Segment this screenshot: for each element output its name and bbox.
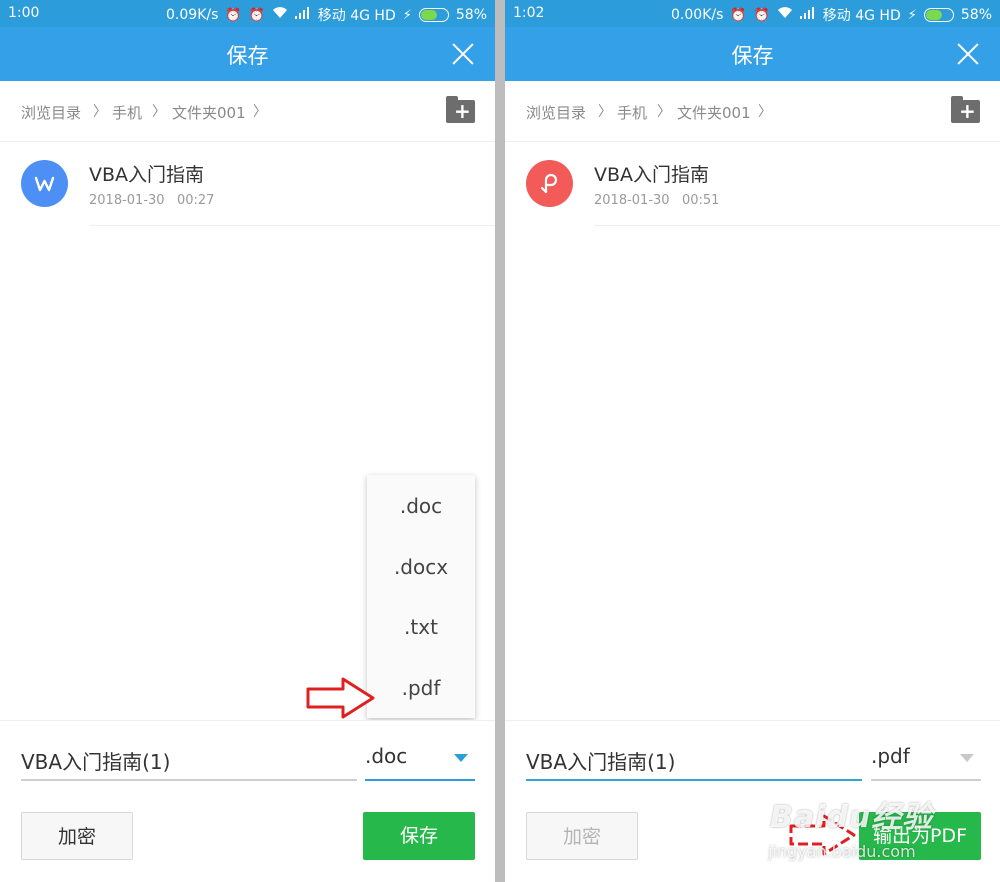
dropdown-option-pdf[interactable]: .pdf xyxy=(367,658,475,718)
dropdown-option-docx[interactable]: .docx xyxy=(367,537,475,597)
caret-down-icon xyxy=(454,754,468,762)
file-date: 2018-01-30 xyxy=(89,193,165,208)
page-title: 保存 xyxy=(731,44,774,68)
signal-icon xyxy=(799,7,816,23)
file-meta: 2018-01-30 00:51 xyxy=(594,193,719,208)
breadcrumb: 浏览目录 〉 手机 〉 文件夹001 〉 xyxy=(0,81,495,142)
file-date: 2018-01-30 xyxy=(594,193,670,208)
network-speed: 0.09K/s xyxy=(166,7,219,23)
battery-percent: 58% xyxy=(960,7,992,23)
breadcrumb-separator-icon: 〉 xyxy=(758,104,772,120)
page-title: 保存 xyxy=(226,44,269,68)
file-name: VBA入门指南 xyxy=(594,164,710,186)
charging-icon: ⚡ xyxy=(907,7,917,23)
list-item[interactable]: VBA入门指南 2018-01-30 00:27 xyxy=(0,142,495,226)
word-icon xyxy=(21,160,68,207)
encrypt-button[interactable]: 加密 xyxy=(21,812,133,860)
breadcrumb-item-browse[interactable]: 浏览目录 xyxy=(526,102,586,123)
breadcrumb-separator-icon: 〉 xyxy=(657,104,671,120)
selected-extension: .pdf xyxy=(871,744,910,768)
alarm-off-icon: ⏰ xyxy=(730,7,747,23)
file-meta: 2018-01-30 00:27 xyxy=(89,193,214,208)
status-icons: 0.00K/s ⏰ ⏰ 移动 4G HD ⚡ 58% xyxy=(671,5,992,25)
close-icon[interactable] xyxy=(956,42,980,66)
dropdown-option-doc[interactable]: .doc xyxy=(367,476,475,536)
pdf-icon xyxy=(526,160,573,207)
file-time: 00:27 xyxy=(176,193,215,208)
battery-percent: 58% xyxy=(455,7,487,23)
charging-icon: ⚡ xyxy=(402,7,412,23)
breadcrumb-separator-icon: 〉 xyxy=(93,104,107,120)
list-item[interactable]: VBA入门指南 2018-01-30 00:51 xyxy=(505,142,1000,226)
selected-extension: .doc xyxy=(365,744,408,768)
close-icon[interactable] xyxy=(451,42,475,66)
alarm-off-icon: ⏰ xyxy=(225,7,242,23)
encrypt-button[interactable]: 加密 xyxy=(526,812,638,860)
breadcrumb-separator-icon: 〉 xyxy=(253,104,267,120)
title-bar: 保存 xyxy=(505,27,1000,81)
breadcrumb-item-folder[interactable]: 文件夹001 xyxy=(677,102,751,123)
status-bar: 1:02 0.00K/s ⏰ ⏰ 移动 4G HD ⚡ 58% xyxy=(505,0,1000,27)
status-time: 1:00 xyxy=(8,5,40,21)
wifi-icon xyxy=(272,7,288,23)
battery-icon xyxy=(418,8,449,22)
battery-icon xyxy=(923,8,954,22)
carrier-label: 移动 4G HD xyxy=(822,8,901,24)
dropdown-option-txt[interactable]: .txt xyxy=(367,597,475,657)
status-bar: 1:00 0.09K/s ⏰ ⏰ 移动 4G HD ⚡ 58% xyxy=(0,0,495,27)
alarm-icon: ⏰ xyxy=(248,7,265,23)
alarm-icon: ⏰ xyxy=(753,7,770,23)
breadcrumb-item-browse[interactable]: 浏览目录 xyxy=(21,102,81,123)
extension-dropdown-menu: .doc .docx .txt .pdf xyxy=(367,475,475,718)
breadcrumb-item-folder[interactable]: 文件夹001 xyxy=(172,102,246,123)
network-speed: 0.00K/s xyxy=(671,7,724,23)
breadcrumb-item-phone[interactable]: 手机 xyxy=(617,102,647,123)
extension-select[interactable]: .doc xyxy=(365,737,475,781)
wifi-icon xyxy=(777,7,793,23)
save-button[interactable]: 保存 xyxy=(363,812,475,860)
breadcrumb: 浏览目录 〉 手机 〉 文件夹001 〉 xyxy=(505,81,1000,142)
breadcrumb-item-phone[interactable]: 手机 xyxy=(112,102,142,123)
breadcrumb-separator-icon: 〉 xyxy=(152,104,166,120)
divider xyxy=(89,225,495,226)
export-pdf-button[interactable]: 输出为PDF xyxy=(859,812,981,860)
file-time: 00:51 xyxy=(681,193,720,208)
extension-select[interactable]: .pdf xyxy=(871,737,981,781)
status-time: 1:02 xyxy=(513,5,545,21)
title-bar: 保存 xyxy=(0,27,495,81)
file-name: VBA入门指南 xyxy=(89,164,205,186)
status-icons: 0.09K/s ⏰ ⏰ 移动 4G HD ⚡ 58% xyxy=(166,5,487,25)
caret-down-icon xyxy=(960,754,974,762)
breadcrumb-separator-icon: 〉 xyxy=(598,104,612,120)
new-folder-icon[interactable]: + xyxy=(446,96,475,123)
divider xyxy=(594,225,1000,226)
signal-icon xyxy=(294,7,311,23)
filename-input[interactable] xyxy=(21,737,357,781)
carrier-label: 移动 4G HD xyxy=(317,8,396,24)
filename-input[interactable] xyxy=(526,737,862,781)
right-screen: 1:02 0.00K/s ⏰ ⏰ 移动 4G HD ⚡ 58% 保存 浏览目录 … xyxy=(505,0,1000,882)
left-screen: 1:00 0.09K/s ⏰ ⏰ 移动 4G HD ⚡ 58% 保存 浏览目录 … xyxy=(0,0,495,882)
new-folder-icon[interactable]: + xyxy=(951,96,980,123)
